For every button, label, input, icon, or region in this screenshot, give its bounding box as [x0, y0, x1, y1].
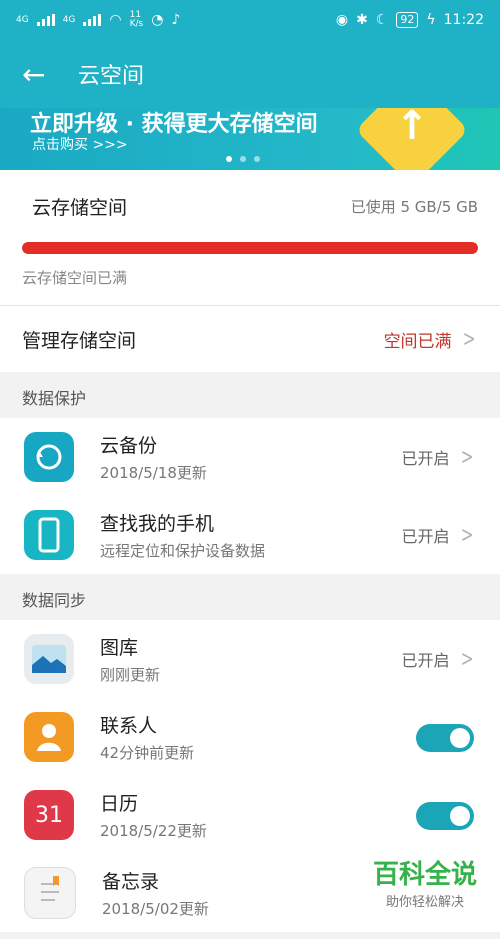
phone-find-icon [24, 510, 74, 560]
chevron-right-icon: > [460, 522, 474, 548]
charging-icon: ϟ [426, 12, 436, 28]
section-data-sync: 数据同步 [0, 574, 500, 620]
watermark: 百科全说 助你轻松解决 [350, 851, 500, 915]
list-item-gallery[interactable]: 图库 刚刚更新 已开启 > [0, 620, 500, 699]
sync-toggle[interactable] [416, 802, 474, 830]
data-protection-list: 云备份 2018/5/18更新 已开启 > 查找我的手机 远程定位和保护设备数据 已开… [0, 418, 500, 574]
storage-progress [22, 242, 478, 254]
list-item-status: 已开启 [401, 651, 450, 670]
storage-label: 云存储空间 [32, 196, 128, 219]
clock: 11:22 [443, 12, 484, 28]
contacts-icon [24, 712, 74, 762]
network-label-1: 4G [16, 14, 29, 25]
signal-icon [36, 14, 55, 26]
storage-card: 云存储空间 已使用 5 GB/5 GB 云存储空间已满 管理存储空间 空间已满 > [0, 170, 500, 372]
list-item-status: 已开启 [401, 449, 450, 468]
signal-icon [83, 14, 102, 26]
banner-subline[interactable]: 点击购买 >>> [32, 134, 128, 154]
page-title: 云空间 [78, 64, 145, 89]
storage-full-status: 空间已满 [383, 331, 452, 352]
wifi-icon: ◠ [109, 12, 122, 28]
storage-used: 已使用 5 GB/5 GB [350, 197, 478, 216]
upgrade-banner[interactable]: 立即升级 · 获得更大存储空间 点击购买 >>> ↑ [0, 108, 500, 170]
gallery-icon [24, 634, 74, 684]
chevron-right-icon: > [462, 326, 476, 352]
list-item-find-phone[interactable]: 查找我的手机 远程定位和保护设备数据 已开启 > [0, 496, 500, 574]
watermark-subtitle: 助你轻松解决 [385, 895, 464, 910]
list-item-status: 已开启 [401, 527, 450, 546]
network-speed: 11 K/s [129, 10, 144, 29]
manage-storage-row[interactable]: 管理存储空间 空间已满 > [0, 306, 500, 372]
watermark-title: 百科全说 [372, 860, 477, 890]
notes-icon [24, 867, 76, 919]
list-item-cloud-backup[interactable]: 云备份 2018/5/18更新 已开启 > [0, 418, 500, 497]
section-data-protection: 数据保护 [0, 372, 500, 418]
tiktok-icon: ♪ [171, 12, 181, 28]
chevron-right-icon: > [460, 646, 474, 672]
list-item-calendar[interactable]: 31 日历 2018/5/22更新 [0, 776, 500, 855]
manage-storage-label: 管理存储空间 [22, 329, 137, 352]
app-bar: ← 云空间 [0, 40, 500, 108]
calendar-icon: 31 [24, 790, 74, 840]
moon-icon: ☾ [375, 12, 389, 28]
list-item-contacts[interactable]: 联系人 42分钟前更新 [0, 698, 500, 777]
eye-icon: ◉ [335, 12, 349, 28]
sync-toggle[interactable] [416, 724, 474, 752]
back-arrow-icon[interactable]: ← [22, 58, 56, 91]
battery-indicator: 92 [396, 12, 419, 28]
chevron-right-icon: > [460, 444, 474, 470]
cloud-backup-icon [24, 432, 74, 482]
bluetooth-icon: ✱ [356, 12, 368, 28]
status-bar: 4G 4G ◠ 11 K/s ◔ ♪ ◉ ✱ ☾ 92 ϟ 11:22 [0, 0, 500, 40]
network-label-2: 4G [62, 14, 76, 25]
storage-progress-fill [22, 242, 478, 254]
carousel-dots [226, 156, 260, 162]
chat-icon: ◔ [151, 12, 164, 28]
storage-full-note: 云存储空间已满 [0, 254, 500, 306]
up-arrow-icon: ↑ [395, 108, 429, 149]
